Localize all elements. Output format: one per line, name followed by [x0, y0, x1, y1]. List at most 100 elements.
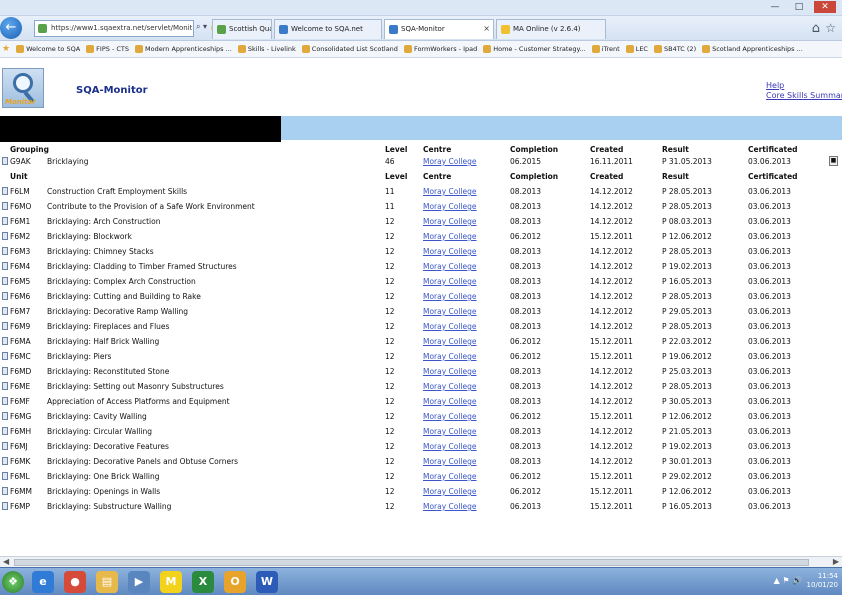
word-icon[interactable]: W [256, 571, 278, 593]
document-icon[interactable] [2, 457, 8, 465]
document-icon[interactable] [2, 382, 8, 390]
browser-tab[interactable]: MA Online (v 2.6.4) [496, 19, 606, 39]
document-icon[interactable] [2, 397, 8, 405]
tab-close-icon[interactable]: × [483, 20, 490, 38]
favorite-link[interactable]: Scotland Apprenticeships ... [700, 41, 803, 57]
scrollbar-thumb[interactable] [14, 559, 809, 566]
favorite-link[interactable]: FIPS - CTS [84, 41, 129, 57]
unit-certificated: 03.06.2013 [748, 397, 791, 406]
address-bar[interactable]: https://www1.sqaextra.net/servlet/Monit [34, 20, 194, 37]
scroll-left-icon[interactable]: ◀ [3, 557, 9, 567]
document-icon[interactable] [2, 292, 8, 300]
horizontal-scrollbar[interactable]: ◀ ▶ [0, 556, 842, 567]
unit-centre-link[interactable]: Moray College [423, 184, 503, 199]
expand-button[interactable]: ■ [829, 156, 838, 166]
m-app-icon[interactable]: M [160, 571, 182, 593]
document-icon[interactable] [2, 277, 8, 285]
unit-centre-link[interactable]: Moray College [423, 499, 503, 514]
document-icon[interactable] [2, 352, 8, 360]
document-icon[interactable] [2, 502, 8, 510]
unit-header-row: Unit Level Centre Completion Created Res… [0, 169, 842, 184]
document-icon[interactable] [2, 232, 8, 240]
unit-centre-link[interactable]: Moray College [423, 229, 503, 244]
browser-tab[interactable]: Welcome to SQA.net [274, 19, 382, 39]
unit-centre-link[interactable]: Moray College [423, 319, 503, 334]
unit-result: P 19.02.2013 [662, 262, 712, 271]
document-icon[interactable] [2, 337, 8, 345]
unit-centre-link[interactable]: Moray College [423, 349, 503, 364]
group-centre-link[interactable]: Moray College [423, 154, 503, 169]
unit-code: F6LM [10, 187, 30, 196]
favorites-star-icon[interactable]: ☆ [825, 21, 836, 35]
document-icon[interactable] [2, 307, 8, 315]
close-icon[interactable]: ✕ [814, 1, 836, 13]
scroll-right-icon[interactable]: ▶ [833, 557, 839, 567]
document-icon[interactable] [2, 427, 8, 435]
favorite-link[interactable]: Consolidated List Scotland [300, 41, 398, 57]
favorite-link[interactable]: iTrent [590, 41, 620, 57]
unit-centre-link[interactable]: Moray College [423, 484, 503, 499]
document-icon[interactable] [2, 217, 8, 225]
document-icon[interactable] [2, 262, 8, 270]
favorite-link[interactable]: Modern Apprenticeships ... [133, 41, 232, 57]
unit-level: 12 [385, 457, 395, 466]
unit-completion: 08.2013 [510, 382, 542, 391]
document-icon[interactable] [2, 187, 8, 195]
document-icon[interactable] [2, 322, 8, 330]
maximize-icon[interactable]: □ [790, 1, 808, 13]
unit-centre-link[interactable]: Moray College [423, 364, 503, 379]
favorite-link[interactable]: Welcome to SQA [14, 41, 80, 57]
tray-icons[interactable]: ▲ ⚑ 🔊 [774, 576, 802, 585]
unit-centre-link[interactable]: Moray College [423, 394, 503, 409]
document-icon[interactable] [2, 412, 8, 420]
minimize-icon[interactable]: — [766, 1, 784, 13]
system-clock[interactable]: 11:54 10/01/20 [807, 572, 838, 590]
favorite-link[interactable]: SB4TC (2) [652, 41, 696, 57]
unit-centre-link[interactable]: Moray College [423, 334, 503, 349]
unit-centre-link[interactable]: Moray College [423, 409, 503, 424]
document-icon[interactable] [2, 487, 8, 495]
unit-level: 12 [385, 382, 395, 391]
favorite-link[interactable]: FormWorkers - Ipad [402, 41, 477, 57]
unit-centre-link[interactable]: Moray College [423, 244, 503, 259]
help-link[interactable]: Help [766, 81, 784, 90]
favorite-link[interactable]: LEC [624, 41, 648, 57]
unit-centre-link[interactable]: Moray College [423, 469, 503, 484]
unit-centre-link[interactable]: Moray College [423, 424, 503, 439]
outlook-icon[interactable]: O [224, 571, 246, 593]
document-icon[interactable] [2, 247, 8, 255]
document-icon[interactable] [2, 442, 8, 450]
home-icon[interactable]: ⌂ [812, 21, 820, 36]
excel-icon[interactable]: X [192, 571, 214, 593]
browser-tab[interactable]: Scottish Qualific... [212, 19, 272, 39]
unit-centre-link[interactable]: Moray College [423, 439, 503, 454]
ie-icon[interactable]: e [32, 571, 54, 593]
document-icon[interactable] [2, 202, 8, 210]
unit-centre-link[interactable]: Moray College [423, 274, 503, 289]
browser-tab[interactable]: SQA-Monitor × [384, 19, 494, 39]
back-arrow-icon[interactable]: ← [0, 17, 22, 39]
unit-code: F6MG [10, 412, 32, 421]
unit-result: P 28.05.2013 [662, 202, 712, 211]
favorite-link[interactable]: Home - Customer Strategy... [481, 41, 586, 57]
document-icon[interactable] [2, 157, 8, 165]
chrome-icon[interactable]: ● [64, 571, 86, 593]
favorites-star-icon[interactable]: ★ [2, 41, 12, 57]
table-row: F6MP Bricklaying: Substructure Walling 12 M… [0, 499, 842, 514]
explorer-folder-icon[interactable]: ▤ [96, 571, 118, 593]
table-row: F6MH Bricklaying: Circular Walling 12 Moray… [0, 424, 842, 439]
favorite-link[interactable]: Skills - Livelink [236, 41, 296, 57]
unit-centre-link[interactable]: Moray College [423, 199, 503, 214]
start-button[interactable]: ❖ [2, 571, 24, 593]
unit-centre-link[interactable]: Moray College [423, 454, 503, 469]
unit-centre-link[interactable]: Moray College [423, 289, 503, 304]
unit-centre-link[interactable]: Moray College [423, 259, 503, 274]
document-icon[interactable] [2, 367, 8, 375]
unit-centre-link[interactable]: Moray College [423, 214, 503, 229]
core-skills-summary-link[interactable]: Core Skills Summar [766, 91, 842, 100]
media-icon[interactable]: ▶ [128, 571, 150, 593]
document-icon[interactable] [2, 472, 8, 480]
unit-centre-link[interactable]: Moray College [423, 379, 503, 394]
unit-created-header: Created [590, 172, 624, 181]
unit-centre-link[interactable]: Moray College [423, 304, 503, 319]
